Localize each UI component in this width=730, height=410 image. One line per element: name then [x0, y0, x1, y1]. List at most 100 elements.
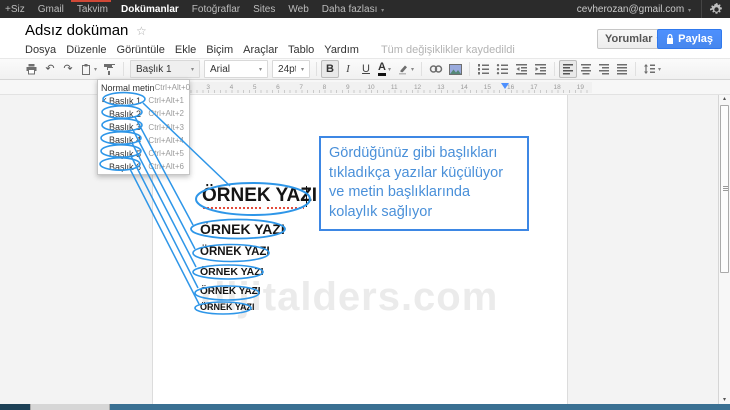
shortcut-label: Ctrl+Alt+1	[148, 96, 184, 106]
topbar-link-web[interactable]: Web	[288, 4, 308, 15]
styles-dropdown[interactable]: Başlık 1 ▾	[130, 60, 201, 78]
menu-help[interactable]: Yardım	[324, 44, 359, 56]
italic-button[interactable]: I	[339, 60, 357, 78]
insert-link-button[interactable]	[426, 60, 446, 78]
web-clipboard-button[interactable]: ▾	[77, 60, 100, 78]
menu-format[interactable]: Biçim	[206, 44, 233, 56]
font-size-dropdown[interactable]: 24pt ▾	[272, 60, 311, 78]
menu-item-heading-3[interactable]: Başlık 3 Ctrl+Alt+3	[98, 121, 189, 134]
vertical-scrollbar[interactable]: ▴ ▾	[718, 95, 730, 404]
align-right-button[interactable]	[595, 60, 613, 78]
document-title[interactable]: Adsız doküman	[25, 22, 128, 39]
menu-table[interactable]: Tablo	[288, 44, 314, 56]
menu-insert[interactable]: Ekle	[175, 44, 196, 56]
italic-icon: I	[346, 63, 350, 75]
menu-item-heading-6[interactable]: Başlık 6 Ctrl+Alt+6	[98, 160, 189, 173]
align-left-button[interactable]	[559, 60, 577, 78]
print-button[interactable]	[22, 60, 41, 78]
chevron-down-icon: ▾	[658, 66, 662, 73]
share-button[interactable]: Paylaş	[657, 29, 722, 49]
vertical-scrollbar-thumb[interactable]	[720, 105, 729, 273]
horizontal-scrollbar-cap	[0, 404, 30, 410]
align-left-icon	[563, 64, 573, 75]
font-dropdown[interactable]: Arial ▾	[204, 60, 269, 78]
shortcut-label: Ctrl+Alt+3	[148, 122, 184, 132]
shortcut-label: Ctrl+Alt+0	[154, 83, 191, 93]
numbered-list-button[interactable]	[474, 60, 493, 78]
menu-tools[interactable]: Araçlar	[243, 44, 278, 56]
shortcut-label: Ctrl+Alt+6	[148, 162, 184, 172]
heading-1-text[interactable]: ÖRNEK YAZI	[202, 185, 317, 207]
outdent-icon	[516, 64, 527, 75]
bold-button[interactable]: B	[321, 60, 340, 78]
topbar-link-calendar[interactable]: Takvim	[77, 4, 108, 15]
gear-icon	[709, 2, 722, 14]
chevron-updown-icon: ▾	[259, 66, 263, 73]
shortcut-label: Ctrl+Alt+2	[148, 109, 184, 119]
shortcut-label: Ctrl+Alt+5	[148, 149, 184, 159]
menu-item-heading-1[interactable]: ✓ Başlık 1 Ctrl+Alt+1	[98, 94, 189, 107]
menu-view[interactable]: Görüntüle	[117, 44, 165, 56]
topbar-link-documents[interactable]: Dokümanlar	[121, 4, 179, 15]
toolbar-separator	[421, 62, 422, 76]
document-page[interactable]: dijitalders.com ÖRNEK YAZI ÖRNEK YAZI ÖR…	[152, 95, 568, 404]
ruler-ticks	[150, 90, 592, 93]
heading-3-text[interactable]: ÖRNEK YAZI	[200, 246, 270, 258]
heading-6-text[interactable]: ÖRNEK YAZI	[200, 302, 255, 312]
menu-item-normal-text[interactable]: Normal metin Ctrl+Alt+0	[98, 81, 191, 94]
text-color-button[interactable]: A ▾	[375, 60, 394, 78]
clipboard-icon	[82, 63, 90, 75]
chevron-down-icon: ▾	[687, 7, 691, 14]
insert-image-button[interactable]	[446, 60, 465, 78]
justify-button[interactable]	[613, 60, 631, 78]
menu-item-heading-5[interactable]: Başlık 5 Ctrl+Alt+5	[98, 147, 189, 160]
horizontal-scrollbar-thumb[interactable]	[30, 404, 110, 410]
heading-5-text[interactable]: ÖRNEK YAZI	[200, 286, 261, 297]
right-margin-marker[interactable]	[501, 83, 509, 89]
shortcut-label: Ctrl+Alt+4	[148, 135, 184, 145]
menu-item-heading-2[interactable]: Başlık 2 Ctrl+Alt+2	[98, 107, 189, 120]
toolbar-separator	[554, 62, 555, 76]
formatting-toolbar: ↶ ↷ ▾ Başlık 1 ▾ Arial ▾ 24pt ▾ B I U A ▾ ▾	[0, 58, 730, 80]
line-spacing-button[interactable]: ▾	[640, 60, 664, 78]
account-email[interactable]: cevherozan@gmail.com ▾	[577, 4, 691, 15]
topbar-link-plus-you[interactable]: +Siz	[5, 4, 25, 15]
menu-file[interactable]: Dosya	[25, 44, 56, 56]
save-status: Tüm değişiklikler kaydedildi	[380, 44, 515, 56]
redo-button[interactable]: ↷	[59, 60, 77, 78]
check-icon: ✓	[101, 95, 108, 105]
align-center-icon	[581, 64, 591, 75]
increase-indent-button[interactable]	[531, 60, 550, 78]
topbar-link-photos[interactable]: Fotoğraflar	[192, 4, 240, 15]
topbar-link-sites[interactable]: Sites	[253, 4, 275, 15]
topbar-link-more[interactable]: Daha fazlası ▾	[322, 4, 384, 15]
spellcheck-underline	[267, 207, 304, 209]
star-icon[interactable]: ☆	[136, 24, 147, 38]
document-header: Adsız doküman ☆ Dosya Düzenle Görüntüle …	[0, 18, 730, 58]
paint-roller-icon	[104, 63, 116, 75]
print-icon	[26, 63, 37, 74]
settings-button[interactable]	[702, 0, 730, 18]
scroll-down-arrow[interactable]: ▾	[719, 397, 730, 403]
image-icon	[449, 63, 462, 75]
toolbar-separator	[469, 62, 470, 76]
link-icon	[429, 65, 443, 73]
styles-menu: Normal metin Ctrl+Alt+0 ✓ Başlık 1 Ctrl+…	[97, 79, 191, 176]
heading-2-text[interactable]: ÖRNEK YAZI	[200, 221, 285, 237]
undo-button[interactable]: ↶	[41, 60, 59, 78]
menu-edit[interactable]: Düzenle	[66, 44, 106, 56]
align-center-button[interactable]	[577, 60, 595, 78]
underline-button[interactable]: U	[357, 60, 375, 78]
heading-4-text[interactable]: ÖRNEK YAZI	[200, 266, 264, 278]
menu-item-heading-4[interactable]: Başlık 4 Ctrl+Alt+4	[98, 134, 189, 147]
decrease-indent-button[interactable]	[512, 60, 531, 78]
topbar-link-gmail[interactable]: Gmail	[38, 4, 64, 15]
lock-icon	[667, 34, 674, 44]
highlight-color-button[interactable]: ▾	[394, 60, 417, 78]
horizontal-scrollbar[interactable]	[0, 404, 730, 410]
bulleted-list-button[interactable]	[493, 60, 512, 78]
scroll-up-arrow[interactable]: ▴	[719, 96, 730, 102]
google-product-links: +Siz Gmail Takvim Dokümanlar Fotoğraflar…	[0, 4, 384, 15]
bulleted-list-icon	[496, 64, 508, 75]
paint-format-button[interactable]	[100, 60, 119, 78]
